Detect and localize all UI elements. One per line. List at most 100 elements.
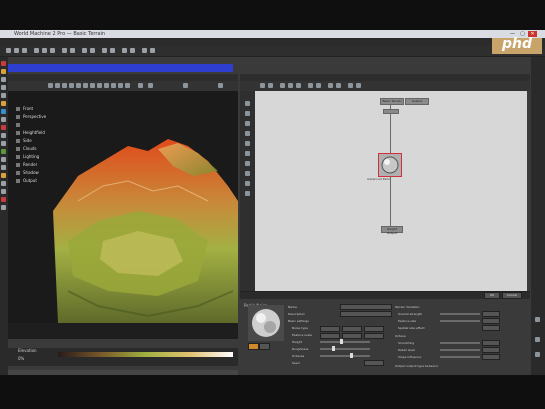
detail-value[interactable] [482,347,500,353]
value-field[interactable] [364,326,384,332]
group-icon[interactable] [288,83,293,88]
cancel-button[interactable]: Cancel [502,292,522,299]
strength-value[interactable] [482,311,500,317]
scroll-down-icon[interactable] [535,337,540,342]
layer-item[interactable]: Output [16,177,76,185]
value-field[interactable] [320,333,340,339]
layer-item[interactable]: Front [16,105,76,113]
search-icon[interactable] [356,83,361,88]
erosion-tool-icon[interactable] [1,125,6,130]
value-field[interactable] [364,333,384,339]
new-file-icon[interactable] [6,48,11,53]
pan-tool-icon[interactable] [1,69,6,74]
generator-tool-icon[interactable] [1,109,6,114]
macro-tool-icon[interactable] [1,189,6,194]
elevation-gradient[interactable] [58,352,233,357]
scroll-up-icon[interactable] [535,317,540,322]
height-slider[interactable] [320,341,370,343]
smoothing-value[interactable] [482,340,500,346]
filter-tool-icon[interactable] [1,117,6,122]
water-icon[interactable] [104,83,109,88]
layer-item[interactable]: Lighting [16,153,76,161]
render-view-icon[interactable] [138,83,143,88]
layer-item[interactable]: Render [16,161,76,169]
strength-slider[interactable] [440,313,480,315]
ok-button[interactable]: OK [484,292,500,299]
node-bottom[interactable]: Height Output [381,226,403,235]
sidebar-icon[interactable] [245,101,250,106]
zoom-in-icon[interactable] [82,48,87,53]
open-file-icon[interactable] [14,48,19,53]
sky-icon[interactable] [111,83,116,88]
zoom-tool-icon[interactable] [1,85,6,90]
lighting-icon[interactable] [97,83,102,88]
seed-field[interactable] [364,360,384,366]
close-view-icon[interactable] [218,83,223,88]
cut-icon[interactable] [34,48,39,53]
output-tool-icon[interactable] [1,165,6,170]
preview-icon[interactable] [328,83,333,88]
sidebar-icon[interactable] [245,111,250,116]
save-icon[interactable] [22,48,27,53]
selected-tab-bar[interactable]: Preview [8,64,233,80]
pointer-icon[interactable] [260,83,265,88]
slope-slider[interactable] [440,356,480,358]
bookmark-icon[interactable] [348,83,353,88]
pan-icon[interactable] [62,83,67,88]
feature-size-value[interactable] [482,318,500,324]
select-tool-icon[interactable] [1,61,6,66]
zoom-view-icon[interactable] [69,83,74,88]
export-tool-icon[interactable] [1,205,6,210]
delete-tool-icon[interactable] [1,197,6,202]
shaded-icon[interactable] [83,83,88,88]
combine-tool-icon[interactable] [1,141,6,146]
node-port[interactable] [383,109,399,114]
name-field[interactable] [340,304,392,310]
description-field[interactable] [340,311,392,317]
ungroup-icon[interactable] [296,83,301,88]
node-top[interactable]: Basic Terrain [380,98,404,105]
slider-knob[interactable] [332,346,335,351]
sidebar-icon[interactable] [245,161,250,166]
build-node-icon[interactable] [336,83,341,88]
redo-icon[interactable] [70,48,75,53]
layer-item[interactable]: Perspective [16,113,76,121]
detail-slider[interactable] [440,349,480,351]
add-device-icon[interactable] [280,83,285,88]
layout-icon[interactable] [122,48,127,53]
camera-icon[interactable] [48,83,53,88]
node-selected[interactable] [378,153,402,177]
reset-view-icon[interactable] [125,83,130,88]
settings-icon[interactable] [142,48,147,53]
render-icon[interactable] [110,48,115,53]
texture-view-icon[interactable] [90,83,95,88]
rotate-tool-icon[interactable] [1,93,6,98]
paste-icon[interactable] [50,48,55,53]
terrain-viewport[interactable]: Front Perspective Heightfield Side Cloud… [8,91,238,323]
grid-view-icon[interactable] [118,83,123,88]
wireframe-icon[interactable] [76,83,81,88]
sidebar-icon[interactable] [245,171,250,176]
sidebar-icon[interactable] [245,191,250,196]
octaves-slider[interactable] [320,355,370,357]
sidebar-icon[interactable] [245,141,250,146]
layer-tool-icon[interactable] [1,133,6,138]
thumb-option-button[interactable] [248,343,259,350]
undo-icon[interactable] [62,48,67,53]
fit-icon[interactable] [316,83,321,88]
thumb-option-button[interactable] [259,343,270,350]
device-graph[interactable]: Basic Terrain Output Advanced Perlin Hei… [255,91,527,291]
roughness-slider[interactable] [320,348,370,350]
value-field[interactable] [342,326,362,332]
paint-tool-icon[interactable] [1,101,6,106]
mask-tool-icon[interactable] [1,157,6,162]
connect-icon[interactable] [268,83,273,88]
sidebar-icon[interactable] [245,181,250,186]
grid-icon[interactable] [130,48,135,53]
layer-item[interactable]: Side [16,137,76,145]
copy-icon[interactable] [42,48,47,53]
sidebar-icon[interactable] [245,121,250,126]
slider-knob[interactable] [340,339,343,344]
build-icon[interactable] [102,48,107,53]
layer-item[interactable]: Clouds [16,145,76,153]
